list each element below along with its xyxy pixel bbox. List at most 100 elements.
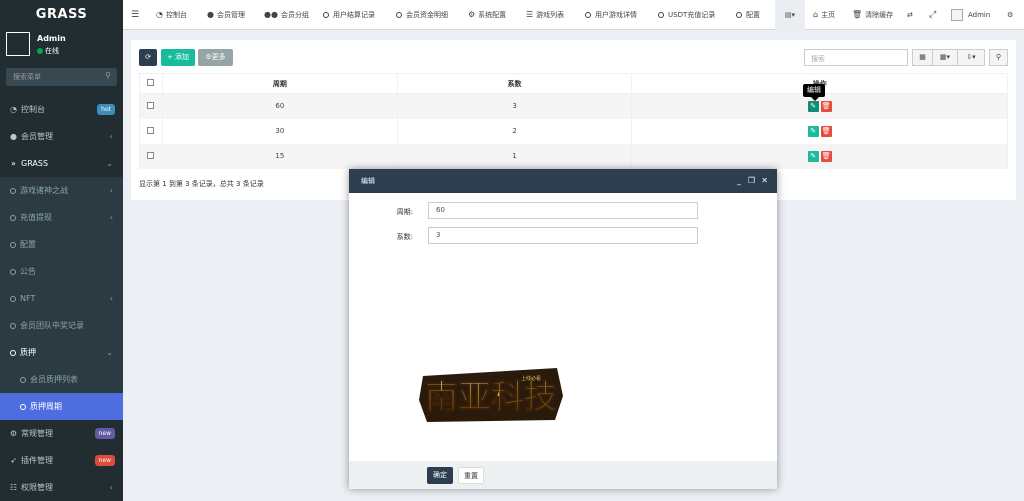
- home-icon: ⌂: [813, 10, 819, 19]
- edit-modal: 编辑 _ ❐ ✕ 周期: 60 系数: 3 南亚科技 上线必看 确定 重置: [349, 169, 777, 489]
- sidebar-item-config[interactable]: 配置: [0, 231, 123, 258]
- list-icon: ▤▾: [784, 11, 796, 19]
- sidebar-item-label: 会员管理: [21, 132, 53, 141]
- tab-funds[interactable]: 会员资金明细: [396, 0, 448, 30]
- coef-input[interactable]: 3: [428, 227, 698, 244]
- add-label: 添加: [175, 53, 190, 61]
- tab-game-list[interactable]: ☰ 游戏列表: [526, 0, 564, 30]
- columns-button[interactable]: ▦▾: [932, 49, 958, 66]
- menu-toggle-icon[interactable]: ☰: [131, 0, 139, 30]
- sidebar-search[interactable]: 搜索菜单 ⚲: [6, 68, 117, 86]
- select-all-cell[interactable]: [139, 73, 163, 94]
- home-link[interactable]: ⌂ 主页: [813, 0, 835, 30]
- fullscreen-icon[interactable]: ⤢: [929, 0, 936, 30]
- minimize-icon[interactable]: _: [737, 169, 741, 193]
- row-checkbox[interactable]: [147, 151, 155, 159]
- cell-actions: ✎ 🗑: [631, 93, 1008, 119]
- cell-actions: ✎ 🗑: [631, 118, 1008, 144]
- app-logo[interactable]: GRASS: [0, 0, 123, 30]
- sidebar-item-dashboard[interactable]: ◔ 控制台 hot: [0, 96, 123, 123]
- sidebar-item-label: 常规管理: [21, 429, 53, 438]
- sidebar-item-label: 插件管理: [21, 456, 53, 465]
- sidebar-item-game[interactable]: 游戏诸神之战 ‹: [0, 177, 123, 204]
- close-icon[interactable]: ✕: [761, 169, 768, 193]
- delete-button[interactable]: 🗑: [820, 100, 832, 112]
- user-name: Admin: [37, 34, 66, 43]
- tab-members[interactable]: ● 会员管理: [207, 0, 245, 30]
- confirm-button[interactable]: 确定: [427, 467, 453, 484]
- reset-button[interactable]: 重置: [458, 467, 484, 484]
- col-coef[interactable]: 系数: [396, 73, 633, 94]
- group-icon: ☷: [9, 483, 18, 492]
- sidebar-item-members[interactable]: ● 会员管理 ‹: [0, 123, 123, 150]
- sidebar-item-plugins[interactable]: ➶ 插件管理 new: [0, 447, 123, 474]
- trash-icon: 🗑: [852, 10, 863, 19]
- data-table: 周期 系数 操作 60 3 ✎🗑 30 2 ✎🗑 15 1 ✎🗑: [139, 73, 1008, 169]
- sidebar-item-team-prize[interactable]: 会员团队中奖记录: [0, 312, 123, 339]
- table-row: 15 1 ✎ 🗑: [139, 143, 1008, 169]
- maximize-icon[interactable]: ❐: [748, 169, 755, 193]
- table-row: 60 3 ✎ 🗑: [139, 93, 1008, 119]
- tab-settlement[interactable]: 用户结算记录: [323, 0, 375, 30]
- row-checkbox[interactable]: [147, 126, 155, 134]
- sidebar-item-label: 权限管理: [21, 483, 53, 492]
- sidebar: GRASS Admin 在线 搜索菜单 ⚲ ◔ 控制台 hot ● 会员管理 ‹ »…: [0, 0, 123, 501]
- edit-button[interactable]: ✎: [807, 100, 819, 112]
- tab-system-config[interactable]: ⚙ 系统配置: [468, 0, 506, 30]
- more-button[interactable]: ⚙更多: [198, 49, 233, 66]
- search-input[interactable]: 搜索: [804, 49, 908, 66]
- row-select-cell[interactable]: [139, 143, 163, 169]
- toggle-view-button[interactable]: ▦: [912, 49, 933, 66]
- sidebar-item-pledge[interactable]: 质押 ⌄: [0, 339, 123, 366]
- row-select-cell[interactable]: [139, 93, 163, 119]
- list-icon: ☰: [526, 10, 534, 19]
- sidebar-item-recharge[interactable]: 充值提现 ‹: [0, 204, 123, 231]
- user-status-text: 在线: [45, 47, 59, 55]
- sidebar-item-general[interactable]: ⚙ 常规管理 new: [0, 420, 123, 447]
- tab-label: 用户结算记录: [333, 11, 375, 19]
- sidebar-item-notice[interactable]: 公告: [0, 258, 123, 285]
- topbar: ☰ ◔ 控制台 ● 会员管理 ●● 会员分组 用户结算记录 会员资金明细 ⚙ 系统配置 …: [123, 0, 1024, 30]
- clear-cache-button[interactable]: 🗑 清除缓存: [852, 0, 893, 30]
- tab-label: 会员管理: [216, 11, 245, 19]
- edit-button[interactable]: ✎: [807, 150, 819, 162]
- row-checkbox[interactable]: [147, 101, 155, 109]
- tab-config[interactable]: 配置: [736, 0, 760, 30]
- export-button[interactable]: ⇩▾: [957, 49, 985, 66]
- delete-button[interactable]: 🗑: [820, 150, 832, 162]
- table-row: 30 2 ✎ 🗑: [139, 118, 1008, 144]
- tabs-dropdown[interactable]: ▤▾: [775, 0, 805, 30]
- edit-button[interactable]: ✎: [807, 125, 819, 137]
- tab-user-game[interactable]: 用户游戏详情: [585, 0, 637, 30]
- sidebar-item-label: 配置: [20, 240, 36, 249]
- col-period[interactable]: 周期: [161, 73, 398, 94]
- search-icon[interactable]: ⚲: [105, 71, 111, 80]
- tab-dashboard[interactable]: ◔ 控制台: [156, 0, 187, 30]
- sidebar-item-label: 控制台: [21, 105, 45, 114]
- row-select-cell[interactable]: [139, 118, 163, 144]
- delete-button[interactable]: 🗑: [820, 125, 832, 137]
- sidebar-item-grass[interactable]: » GRASS ⌄: [0, 150, 123, 177]
- add-button[interactable]: + 添加: [161, 49, 195, 66]
- refresh-button[interactable]: ⟳: [139, 49, 157, 66]
- tab-label: 用户游戏详情: [595, 11, 637, 19]
- admin-menu[interactable]: Admin: [951, 0, 990, 30]
- tab-member-groups[interactable]: ●● 会员分组: [264, 0, 309, 30]
- sidebar-item-pledge-period[interactable]: 质押周期: [0, 393, 123, 420]
- search-button[interactable]: ⚲: [989, 49, 1008, 66]
- sidebar-item-nft[interactable]: NFT ‹: [0, 285, 123, 312]
- cogs-icon: ⚙: [9, 429, 18, 438]
- gear-icon[interactable]: ⚙: [1007, 0, 1013, 30]
- circle-icon: [396, 12, 402, 18]
- tab-usdt[interactable]: USDT充值记录: [658, 0, 715, 30]
- user-status: 在线: [37, 46, 59, 56]
- logo-text: 南亚科技: [425, 377, 557, 416]
- translate-icon[interactable]: ⇄: [907, 0, 913, 30]
- sidebar-item-pledge-list[interactable]: 会员质押列表: [0, 366, 123, 393]
- chevron-right-double-icon: »: [11, 159, 16, 168]
- sidebar-item-permissions[interactable]: ☷ 权限管理 ‹: [0, 474, 123, 501]
- select-all-checkbox[interactable]: [147, 79, 155, 86]
- chevron-left-icon: ‹: [109, 294, 113, 303]
- period-input[interactable]: 60: [428, 202, 698, 219]
- modal-header[interactable]: 编辑 _ ❐ ✕: [349, 169, 777, 193]
